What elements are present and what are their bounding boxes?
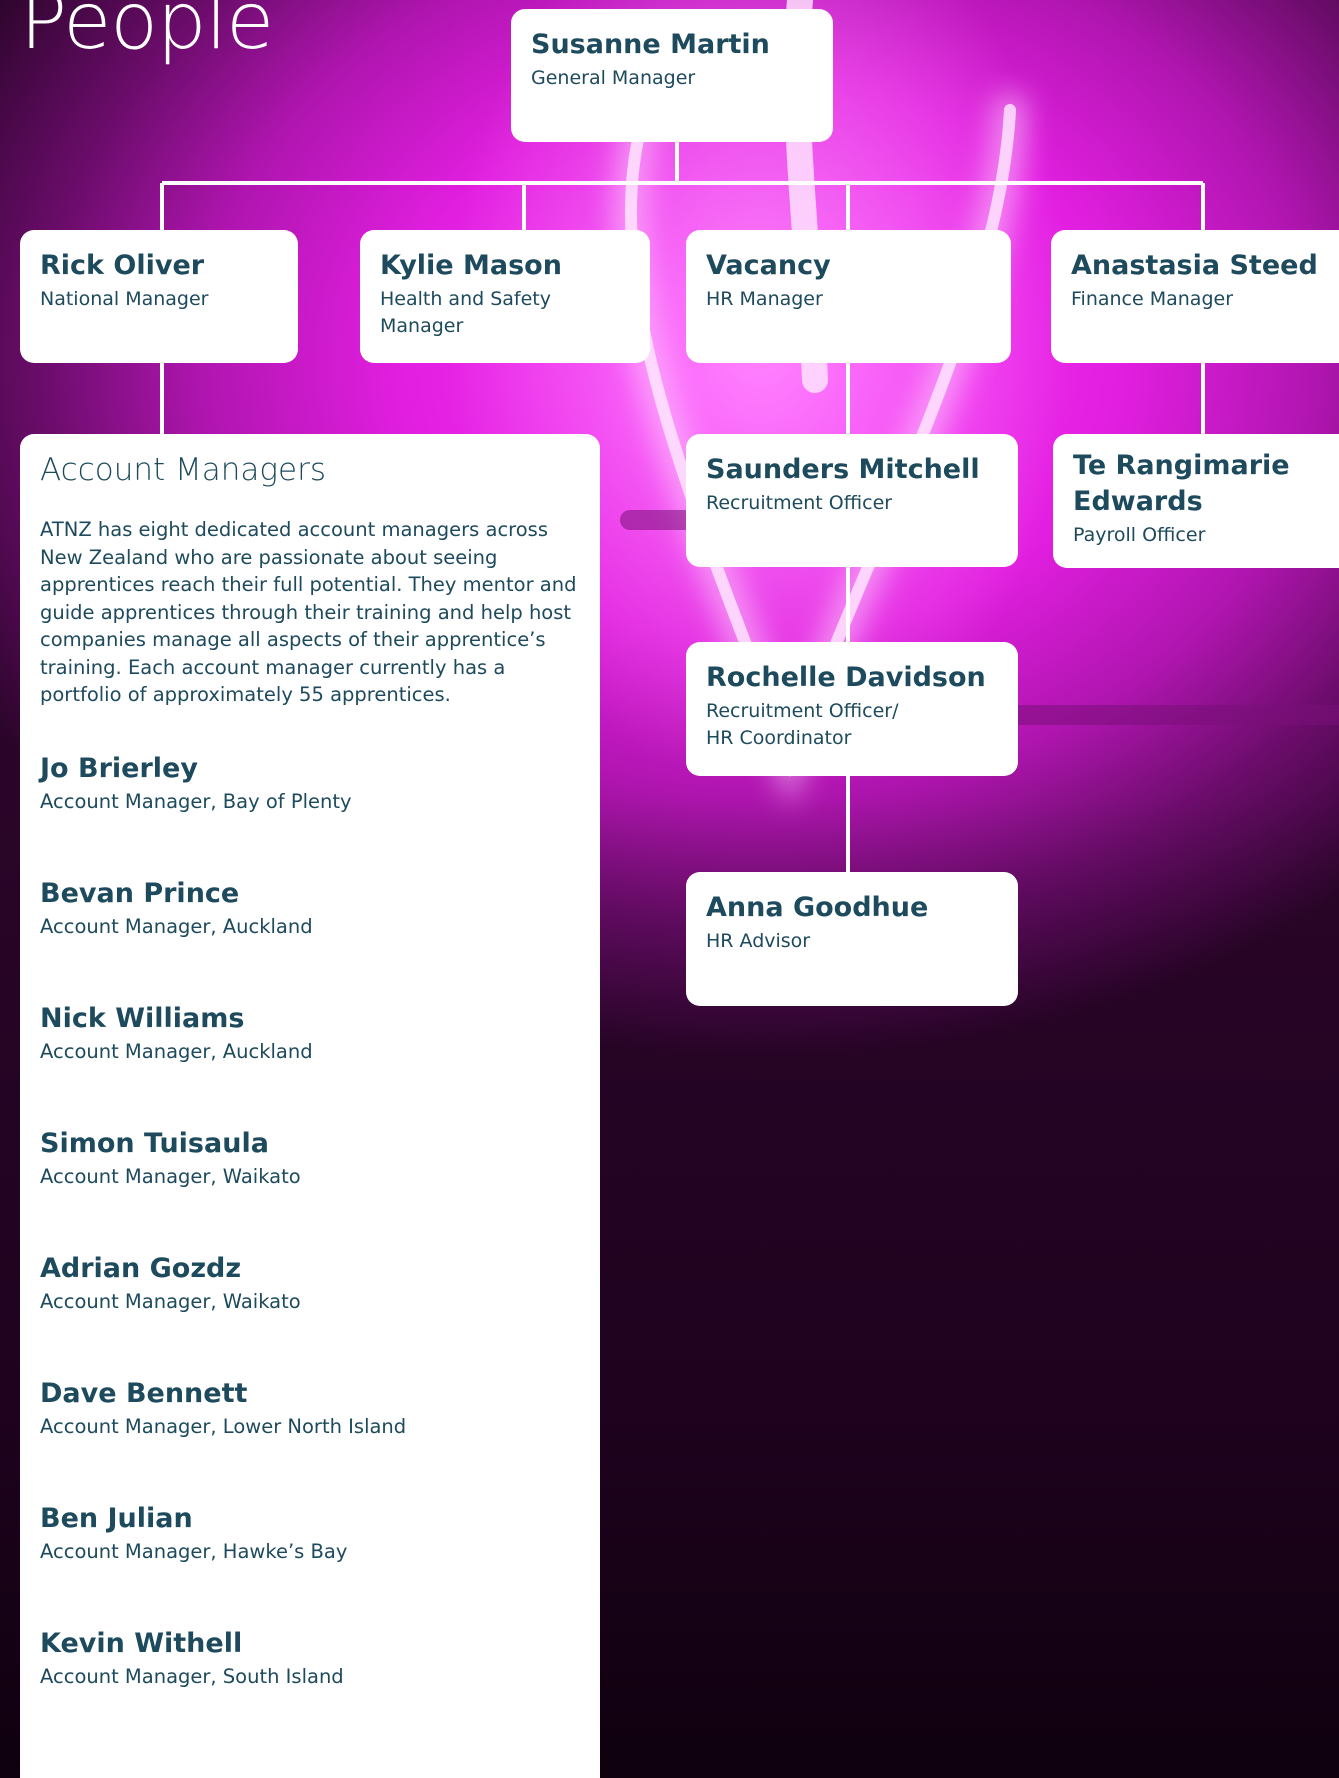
person-name: Kevin Withell <box>40 1627 243 1659</box>
org-card-recruitment-officer: Saunders Mitchell Recruitment Officer <box>686 434 1018 567</box>
person-role: Recruitment Officer <box>706 492 893 514</box>
person-name: Te Rangimarie Edwards <box>1073 450 1290 517</box>
person-role: Finance Manager <box>1071 288 1234 310</box>
person-role: Payroll Officer <box>1073 524 1206 546</box>
person-role: Account Manager, Waikato <box>40 1289 301 1313</box>
list-item: Adrian Gozdz Account Manager, Waikato <box>40 1251 580 1376</box>
list-item: Nick Williams Account Manager, Auckland <box>40 1001 580 1126</box>
person-name: Rick Oliver <box>40 250 205 281</box>
org-card-hr-manager: Vacancy HR Manager <box>686 230 1011 363</box>
person-role: Account Manager, Waikato <box>40 1164 301 1188</box>
person-name: Anastasia Steed <box>1071 250 1318 281</box>
person-name: Kylie Mason <box>380 250 562 281</box>
person-name: Simon Tuisaula <box>40 1127 269 1159</box>
person-name: Bevan Prince <box>40 877 240 909</box>
account-managers-description: ATNZ has eight dedicated account manager… <box>40 518 577 706</box>
person-role: HR Manager <box>706 288 823 310</box>
person-name: Adrian Gozdz <box>40 1252 242 1284</box>
person-name: Saunders Mitchell <box>706 454 980 485</box>
org-card-finance-manager: Anastasia Steed Finance Manager <box>1051 230 1339 363</box>
org-card-payroll-officer: Te Rangimarie Edwards Payroll Officer <box>1053 434 1339 568</box>
list-item: Dave Bennett Account Manager, Lower Nort… <box>40 1376 580 1501</box>
list-item: Bevan Prince Account Manager, Auckland <box>40 876 580 1001</box>
person-name: Rochelle Davidson <box>706 662 986 693</box>
account-managers-list: Jo Brierley Account Manager, Bay of Plen… <box>40 751 580 1751</box>
account-managers-panel: Account Managers ATNZ has eight dedicate… <box>20 434 600 1778</box>
org-card-hr-advisor: Anna Goodhue HR Advisor <box>686 872 1018 1006</box>
person-role: Account Manager, Auckland <box>40 1039 313 1063</box>
org-card-national-manager: Rick Oliver National Manager <box>20 230 298 363</box>
person-name: Dave Bennett <box>40 1377 248 1409</box>
person-role: Account Manager, Auckland <box>40 914 313 938</box>
org-card-recruitment-hr-coordinator: Rochelle Davidson Recruitment Officer/ H… <box>686 642 1018 776</box>
person-name: Susanne Martin <box>531 29 770 60</box>
list-item: Jo Brierley Account Manager, Bay of Plen… <box>40 751 580 876</box>
person-name: Anna Goodhue <box>706 892 929 923</box>
account-managers-heading: Account Managers <box>40 452 326 488</box>
org-card-health-safety-manager: Kylie Mason Health and Safety Manager <box>360 230 650 363</box>
person-name: Nick Williams <box>40 1002 245 1034</box>
list-item: Ben Julian Account Manager, Hawke’s Bay <box>40 1501 580 1626</box>
org-card-general-manager: Susanne Martin General Manager <box>511 9 833 142</box>
person-role: Account Manager, South Island <box>40 1664 344 1688</box>
person-role: HR Advisor <box>706 930 811 952</box>
person-name: Jo Brierley <box>40 752 198 784</box>
list-item: Simon Tuisaula Account Manager, Waikato <box>40 1126 580 1251</box>
person-role: Health and Safety Manager <box>380 288 551 337</box>
person-name: Vacancy <box>706 250 831 281</box>
list-item: Kevin Withell Account Manager, South Isl… <box>40 1626 580 1751</box>
person-role: Recruitment Officer/ HR Coordinator <box>706 700 899 749</box>
person-role: National Manager <box>40 288 209 310</box>
person-role: Account Manager, Hawke’s Bay <box>40 1539 348 1563</box>
person-name: Ben Julian <box>40 1502 193 1534</box>
person-role: General Manager <box>531 67 696 89</box>
person-role: Account Manager, Bay of Plenty <box>40 789 352 813</box>
person-role: Account Manager, Lower North Island <box>40 1414 407 1438</box>
